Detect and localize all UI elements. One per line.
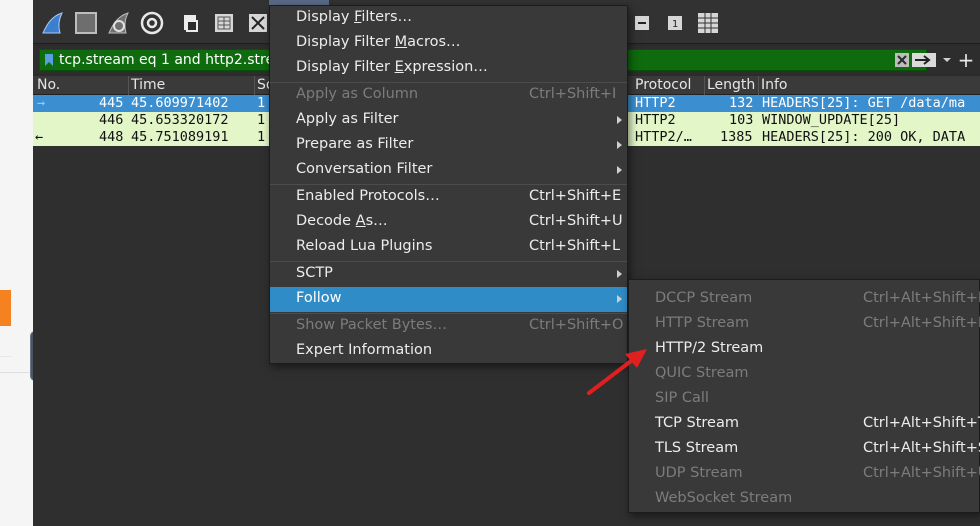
submenu-arrow-icon xyxy=(617,166,622,174)
column-header-length[interactable]: Length xyxy=(707,77,755,93)
shark-fin-icon[interactable] xyxy=(40,10,66,36)
menu-item-apply-as-column[interactable]: Apply as Column Ctrl+Shift+I xyxy=(270,83,627,108)
orange-tab-marker xyxy=(0,290,11,326)
submenu-item-http-stream[interactable]: HTTP Stream Ctrl+Alt+Shift+H xyxy=(629,312,980,337)
open-icon[interactable] xyxy=(178,10,204,36)
display-filter-text: tcp.stream eq 1 and http2.strea xyxy=(59,52,283,68)
menu-item-display-filter-expression[interactable]: Display Filter Expression… xyxy=(270,56,627,81)
restart-icon[interactable] xyxy=(106,10,132,36)
column-header-time[interactable]: Time xyxy=(131,77,165,93)
cell-time: 45.653320172 xyxy=(131,112,229,128)
bookmark-icon[interactable] xyxy=(42,49,56,71)
menu-item-sctp[interactable]: SCTP xyxy=(270,262,627,287)
divider xyxy=(0,372,33,373)
column-header-no[interactable]: No. xyxy=(37,77,60,93)
menu-item-conversation-filter[interactable]: Conversation Filter xyxy=(270,158,627,183)
zoom-out-icon[interactable] xyxy=(629,10,655,36)
menu-item-enabled-protocols[interactable]: Enabled Protocols… Ctrl+Shift+E xyxy=(270,185,627,210)
submenu-item-sip-call[interactable]: SIP Call xyxy=(629,387,980,412)
cell-time: 45.609971402 xyxy=(131,95,229,111)
cell-no: 446 xyxy=(99,112,124,128)
menu-item-follow[interactable]: Follow xyxy=(270,287,627,312)
related-packet-icon: ← xyxy=(35,129,44,145)
cell-source: 1 xyxy=(257,129,266,145)
submenu-arrow-icon xyxy=(617,116,622,124)
submenu-item-dccp-stream[interactable]: DCCP Stream Ctrl+Alt+Shift+E xyxy=(629,287,980,312)
submenu-item-tcp-stream[interactable]: TCP Stream Ctrl+Alt+Shift+T xyxy=(629,412,980,437)
menu-item-expert-information[interactable]: Expert Information xyxy=(270,339,627,364)
submenu-item-http2-stream[interactable]: HTTP/2 Stream xyxy=(629,337,980,362)
cell-length: 103 xyxy=(729,112,754,128)
menu-item-prepare-as-filter[interactable]: Prepare as Filter xyxy=(270,133,627,158)
zoom-reset-icon[interactable]: 1 xyxy=(662,10,688,36)
columns-icon[interactable] xyxy=(695,10,721,36)
divider xyxy=(0,356,12,357)
stop-icon[interactable] xyxy=(73,10,99,36)
menu-item-decode-as[interactable]: Decode As… Ctrl+Shift+U xyxy=(270,210,627,235)
apply-filter-arrow-icon[interactable] xyxy=(911,51,937,69)
submenu-item-udp-stream[interactable]: UDP Stream Ctrl+Alt+Shift+U xyxy=(629,462,980,487)
menu-item-display-filters[interactable]: Display Filters… xyxy=(270,6,627,31)
clear-filter-icon[interactable] xyxy=(894,51,910,69)
close-icon[interactable] xyxy=(245,10,271,36)
cell-info: WINDOW_UPDATE[25] xyxy=(762,112,901,128)
submenu-arrow-icon xyxy=(617,270,622,278)
cell-no: 445 xyxy=(99,95,124,111)
submenu-item-websocket-stream[interactable]: WebSocket Stream xyxy=(629,487,980,512)
submenu-item-quic-stream[interactable]: QUIC Stream xyxy=(629,362,980,387)
column-header-info[interactable]: Info xyxy=(761,77,788,93)
submenu-item-tls-stream[interactable]: TLS Stream Ctrl+Alt+Shift+S xyxy=(629,437,980,462)
cell-source: 1 xyxy=(257,95,266,111)
cell-length: 132 xyxy=(729,95,754,111)
cell-time: 45.751089191 xyxy=(131,129,229,145)
chevron-down-icon[interactable] xyxy=(941,51,953,69)
column-header-protocol[interactable]: Protocol xyxy=(635,77,691,93)
analyze-menu: Display Filters… Display Filter Macros… … xyxy=(269,5,628,364)
cell-no: 448 xyxy=(99,129,124,145)
svg-text:1: 1 xyxy=(672,19,678,30)
submenu-arrow-icon xyxy=(617,141,622,149)
cell-protocol: HTTP2 xyxy=(635,95,676,111)
menu-item-apply-as-filter[interactable]: Apply as Filter xyxy=(270,108,627,133)
background-page-strip xyxy=(0,0,33,526)
menu-item-reload-lua-plugins[interactable]: Reload Lua Plugins Ctrl+Shift+L xyxy=(270,235,627,260)
cell-length: 1385 xyxy=(720,129,753,145)
cell-info: HEADERS[25]: 200 OK, DATA xyxy=(762,129,966,145)
cell-protocol: HTTP2/… xyxy=(635,129,692,145)
follow-submenu: DCCP Stream Ctrl+Alt+Shift+E HTTP Stream… xyxy=(628,279,980,513)
cell-info: HEADERS[25]: GET /data/ma xyxy=(762,95,966,111)
cell-protocol: HTTP2 xyxy=(635,112,676,128)
save-icon[interactable] xyxy=(211,10,237,36)
add-filter-button-icon[interactable]: + xyxy=(958,50,975,70)
gear-icon[interactable] xyxy=(139,10,165,36)
submenu-arrow-icon xyxy=(617,295,622,303)
cell-source: 1 xyxy=(257,112,266,128)
menu-item-show-packet-bytes[interactable]: Show Packet Bytes… Ctrl+Shift+O xyxy=(270,314,627,339)
related-packet-icon: → xyxy=(37,95,46,111)
menu-item-display-filter-macros[interactable]: Display Filter Macros… xyxy=(270,31,627,56)
